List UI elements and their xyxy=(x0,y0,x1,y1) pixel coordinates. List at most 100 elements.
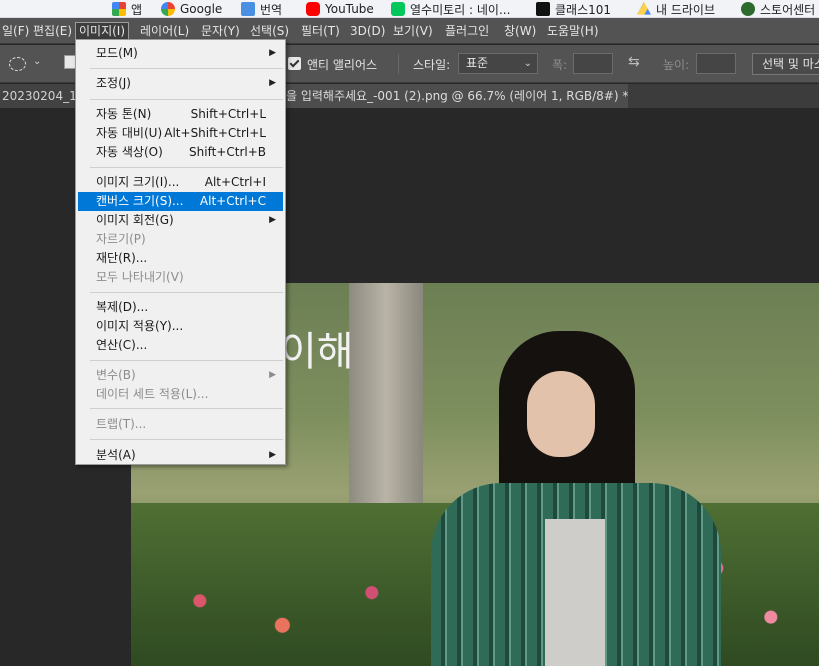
menu-window[interactable]: 창(W) xyxy=(502,22,538,40)
menu-edit[interactable]: 편집(E) xyxy=(31,22,74,40)
image-menu-dropdown: 모드(M) ▶ 조정(J) ▶ 자동 톤(N) Shift+Ctrl+L 자동 대비(U) A… xyxy=(75,39,286,465)
bookmark-drive[interactable]: 내 드라이브 xyxy=(637,1,715,17)
menu-item-variables[interactable]: 변수(B) ▶ xyxy=(78,366,283,385)
menu-item-shortcut: Alt+Shift+Ctrl+L xyxy=(164,126,266,140)
menu-item-apply-image[interactable]: 이미지 적용(Y)... xyxy=(78,317,283,336)
menu-item-shortcut: Shift+Ctrl+B xyxy=(189,145,266,159)
submenu-arrow-icon: ▶ xyxy=(269,215,276,225)
menu-item-adjustments[interactable]: 조정(J) ▶ xyxy=(78,74,283,93)
bookmark-label: 번역 xyxy=(260,2,283,17)
menu-item-label: 자동 톤(N) xyxy=(96,107,152,121)
menu-separator xyxy=(90,408,283,409)
menu-item-analysis[interactable]: 분석(A) ▶ xyxy=(78,446,283,465)
youtube-icon xyxy=(306,2,320,16)
apps-grid-icon xyxy=(112,2,126,16)
menu-separator xyxy=(90,167,283,168)
menu-item-duplicate[interactable]: 복제(D)... xyxy=(78,298,283,317)
menu-item-label: 데이터 세트 적용(L)... xyxy=(96,387,209,401)
menu-layer[interactable]: 레이어(L) xyxy=(138,22,191,40)
canvas-title-text: 이해 xyxy=(280,329,354,375)
menu-filter[interactable]: 필터(T) xyxy=(299,22,342,40)
menu-separator xyxy=(90,99,283,100)
menu-3d[interactable]: 3D(D) xyxy=(348,22,387,40)
translate-icon xyxy=(241,2,255,16)
menu-item-auto-contrast[interactable]: 자동 대비(U) Alt+Shift+Ctrl+L xyxy=(78,124,283,143)
menu-item-label: 자르기(P) xyxy=(96,232,146,246)
menu-item-label: 조정(J) xyxy=(96,76,131,90)
bookmark-class101[interactable]: 클래스101 xyxy=(536,1,611,17)
menu-item-label: 재단(R)... xyxy=(96,251,148,265)
menu-separator xyxy=(90,439,283,440)
menu-item-shortcut: Shift+Ctrl+L xyxy=(190,107,266,121)
class101-icon xyxy=(536,2,550,16)
submenu-arrow-icon: ▶ xyxy=(269,450,276,460)
menu-item-label: 복제(D)... xyxy=(96,300,149,314)
menu-item-crop[interactable]: 자르기(P) xyxy=(78,230,283,249)
menu-type[interactable]: 문자(Y) xyxy=(199,22,242,40)
menu-item-label: 이미지 회전(G) xyxy=(96,213,174,227)
tab-document-1[interactable]: 20230204_104 xyxy=(0,84,80,108)
bookmark-translate[interactable]: 번역 xyxy=(241,1,282,17)
menu-item-image-size[interactable]: 이미지 크기(I)... Alt+Ctrl+I xyxy=(78,173,283,192)
menu-item-label: 트랩(T)... xyxy=(96,417,147,431)
tab-label: 20230204_104 xyxy=(2,89,80,103)
person-face xyxy=(527,371,595,457)
height-field[interactable] xyxy=(696,53,736,74)
menu-item-label: 이미지 크기(I)... xyxy=(96,175,180,189)
menu-item-label: 연산(C)... xyxy=(96,338,148,352)
width-field[interactable] xyxy=(573,53,613,74)
elliptical-marquee-icon[interactable] xyxy=(9,57,26,71)
swap-icon[interactable]: ⇆ xyxy=(628,54,640,70)
style-select-value: 표준 xyxy=(466,56,489,70)
menu-plugins[interactable]: 플러그인 xyxy=(443,22,491,40)
photoshop-window: 앱 Google 번역 YouTube 열수미토리 : 네이... 클래스101… xyxy=(0,0,819,666)
menu-item-canvas-size[interactable]: 캔버스 크기(S)... Alt+Ctrl+C xyxy=(78,192,283,211)
google-icon xyxy=(161,2,175,16)
menu-item-trap[interactable]: 트랩(T)... xyxy=(78,415,283,434)
blog-icon xyxy=(391,2,405,16)
menu-image[interactable]: 이미지(I) xyxy=(75,22,130,40)
menu-item-label: 변수(B) xyxy=(96,368,136,382)
tab-label: 을 입력해주세요_-001 (2).png @ 66.7% (레이어 1, RG… xyxy=(286,89,628,103)
menu-item-shortcut: Alt+Ctrl+C xyxy=(199,194,266,208)
menu-help[interactable]: 도움말(H) xyxy=(545,22,601,40)
chevron-down-icon[interactable]: ⌄ xyxy=(33,56,41,67)
menu-item-shortcut: Alt+Ctrl+I xyxy=(204,175,266,189)
menu-item-auto-color[interactable]: 자동 색상(O) Shift+Ctrl+B xyxy=(78,143,283,162)
bookmark-label: 스토어센터 xyxy=(760,2,816,17)
bookmark-store[interactable]: 스토어센터 xyxy=(741,1,815,17)
bookmark-label: 내 드라이브 xyxy=(656,2,716,17)
menu-item-mode[interactable]: 모드(M) ▶ xyxy=(78,44,283,63)
select-and-mask-button[interactable]: 선택 및 마스크... xyxy=(752,53,819,75)
menu-item-auto-tone[interactable]: 자동 톤(N) Shift+Ctrl+L xyxy=(78,105,283,124)
person-tshirt xyxy=(545,519,605,666)
store-icon xyxy=(741,2,755,16)
bookmark-label: 앱 xyxy=(131,2,143,17)
google-drive-icon xyxy=(637,2,651,15)
menu-item-reveal-all[interactable]: 모두 나타내기(V) xyxy=(78,268,283,287)
menu-item-calculations[interactable]: 연산(C)... xyxy=(78,336,283,355)
menu-file[interactable]: 일(F) xyxy=(0,22,31,40)
menu-view[interactable]: 보기(V) xyxy=(391,22,435,40)
divider xyxy=(398,54,399,74)
submenu-arrow-icon: ▶ xyxy=(269,78,276,88)
menu-item-label: 캔버스 크기(S)... xyxy=(96,194,184,208)
menu-item-trim[interactable]: 재단(R)... xyxy=(78,249,283,268)
menu-select[interactable]: 선택(S) xyxy=(248,22,291,40)
antialias-checkbox[interactable] xyxy=(288,57,301,70)
bookmark-google[interactable]: Google xyxy=(161,1,222,17)
chevron-down-icon: ⌄ xyxy=(523,58,532,69)
menu-separator xyxy=(90,360,283,361)
submenu-arrow-icon: ▶ xyxy=(269,48,276,58)
menu-item-label: 분석(A) xyxy=(96,448,136,462)
bookmark-label: 클래스101 xyxy=(555,2,612,17)
bookmark-apps[interactable]: 앱 xyxy=(112,1,142,17)
menu-item-apply-data-set[interactable]: 데이터 세트 적용(L)... xyxy=(78,385,283,404)
menu-item-image-rotation[interactable]: 이미지 회전(G) ▶ xyxy=(78,211,283,230)
bookmark-blog[interactable]: 열수미토리 : 네이... xyxy=(391,1,510,17)
style-select[interactable]: 표준 ⌄ xyxy=(458,53,538,74)
submenu-arrow-icon: ▶ xyxy=(269,370,276,380)
bookmark-youtube[interactable]: YouTube xyxy=(306,1,374,17)
menu-separator xyxy=(90,68,283,69)
width-label: 폭: xyxy=(552,58,568,72)
